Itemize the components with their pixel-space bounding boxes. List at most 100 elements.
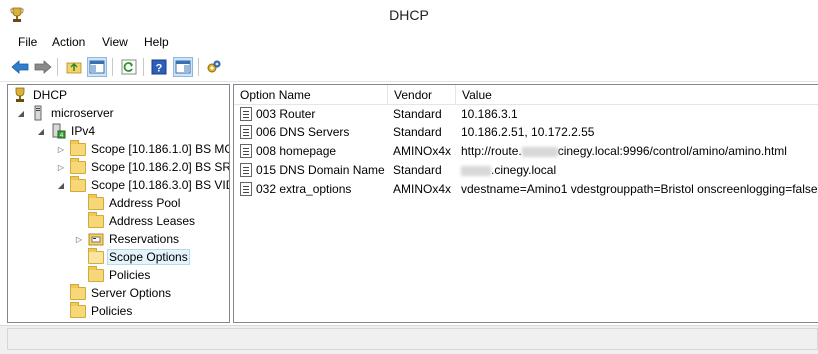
table-row[interactable]: 032 extra_options AMINOx4x vdestname=Ami…	[234, 180, 818, 199]
show-hide-console-tree-icon[interactable]	[87, 57, 107, 77]
option-name: 008 homepage	[256, 144, 337, 158]
tree-item-label: IPv4	[71, 124, 96, 138]
expand-arrow-icon[interactable]: ◢	[16, 108, 26, 118]
tree-item-label: Scope [10.186.1.0] BS MGMT	[91, 142, 229, 156]
console-tree[interactable]: DHCP ◢ microserver ◢ 4 IPv4 ▷ Scope [10.…	[7, 84, 230, 323]
option-value: .cinegy.local	[461, 163, 556, 177]
folder-icon	[70, 158, 86, 175]
option-vendor: Standard	[393, 163, 442, 177]
option-vendor: AMINOx4x	[393, 144, 452, 158]
option-value: vdestname=Amino1 vdestgrouppath=Bristol …	[461, 182, 818, 196]
toolbar-separator	[112, 58, 113, 76]
option-icon	[240, 144, 252, 158]
option-value: http://route. cinegy.local:9996/control/a…	[461, 144, 787, 158]
tree-item-server-options[interactable]: Server Options	[70, 284, 173, 302]
folder-icon	[70, 176, 86, 193]
table-row[interactable]: 015 DNS Domain Name Standard .cinegy.loc…	[234, 161, 818, 180]
folder-icon	[88, 194, 104, 211]
forward-arrow-icon[interactable]	[33, 57, 53, 77]
tree-item-ipv4[interactable]: ◢ 4 IPv4	[36, 122, 97, 140]
tree-item-label: Policies	[91, 304, 133, 318]
menu-file[interactable]: File	[18, 35, 37, 49]
option-name: 003 Router	[256, 107, 316, 121]
tree-item-label: Scope [10.186.3.0] BS VIDEO	[91, 178, 229, 192]
tree-item-label: Server Options	[91, 286, 172, 300]
option-value-prefix: http://route.	[461, 144, 522, 158]
refresh-icon[interactable]	[119, 57, 139, 77]
properties-icon[interactable]	[204, 57, 224, 77]
status-bar	[0, 325, 818, 354]
tree-item-label: Address Leases	[109, 214, 196, 228]
option-name: 015 DNS Domain Name	[256, 163, 385, 177]
option-value: 10.186.2.51, 10.172.2.55	[461, 125, 595, 139]
tree-item-address-leases[interactable]: Address Leases	[88, 212, 197, 230]
tree-item-scope-3[interactable]: ◢ Scope [10.186.3.0] BS VIDEO	[56, 176, 229, 194]
toolbar-separator	[198, 58, 199, 76]
column-header-vendor[interactable]: Vendor	[388, 85, 456, 105]
folder-icon	[88, 212, 104, 229]
tree-item-label: Scope [10.186.2.0] BS SRV	[91, 160, 230, 174]
table-row[interactable]: 006 DNS Servers Standard 10.186.2.51, 10…	[234, 123, 818, 142]
tree-item-label: microserver	[51, 106, 114, 120]
tree-item-microserver[interactable]: ◢ microserver	[16, 104, 116, 122]
option-vendor: Standard	[393, 125, 442, 139]
toolbar: ?	[0, 54, 818, 82]
expand-arrow-icon[interactable]: ◢	[56, 180, 66, 190]
folder-icon	[70, 140, 86, 157]
folder-icon	[88, 266, 104, 283]
tree-item-reservations[interactable]: ▷ Reservations	[74, 230, 181, 248]
menu-help[interactable]: Help	[144, 35, 169, 49]
options-list[interactable]: Option Name Vendor Value 003 Router Stan…	[233, 84, 818, 323]
table-row[interactable]: 008 homepage AMINOx4x http://route. cineg…	[234, 142, 818, 161]
ipv4-icon: 4	[50, 123, 66, 139]
option-value-rest: .cinegy.local	[491, 163, 557, 177]
list-header: Option Name Vendor Value	[234, 85, 818, 105]
expand-arrow-icon[interactable]: ▷	[56, 162, 66, 172]
help-icon[interactable]: ?	[149, 57, 169, 77]
tree-item-scope-options[interactable]: Scope Options	[88, 248, 190, 266]
tree-item-address-pool[interactable]: Address Pool	[88, 194, 182, 212]
svg-text:?: ?	[156, 63, 163, 75]
option-value: 10.186.3.1	[461, 107, 518, 121]
up-folder-icon[interactable]	[64, 57, 84, 77]
column-header-option-name[interactable]: Option Name	[234, 85, 388, 105]
back-arrow-icon[interactable]	[10, 57, 30, 77]
menu-action[interactable]: Action	[52, 35, 85, 49]
reservations-icon	[88, 231, 104, 247]
dhcp-icon	[12, 87, 28, 103]
menu-bar: File Action View Help	[0, 31, 818, 53]
server-icon	[30, 105, 46, 121]
option-icon	[240, 182, 252, 196]
option-vendor: Standard	[393, 107, 442, 121]
status-text	[7, 328, 818, 350]
tree-item-label: Policies	[109, 268, 151, 282]
tree-item-scope-1[interactable]: ▷ Scope [10.186.1.0] BS MGMT	[56, 140, 229, 158]
folder-icon	[70, 284, 86, 301]
expand-arrow-icon[interactable]: ▷	[56, 144, 66, 154]
option-vendor: AMINOx4x	[393, 182, 452, 196]
tree-item-policies[interactable]: Policies	[70, 302, 134, 320]
table-row[interactable]: 003 Router Standard 10.186.3.1	[234, 105, 818, 124]
toolbar-separator	[57, 58, 58, 76]
title-bar: DHCP	[0, 0, 818, 30]
folder-icon	[70, 302, 86, 319]
menu-view[interactable]: View	[102, 35, 128, 49]
toolbar-separator	[143, 58, 144, 76]
tree-item-label: Address Pool	[109, 196, 181, 210]
expand-arrow-icon[interactable]: ◢	[36, 126, 46, 136]
redacted-block	[461, 165, 491, 176]
option-icon	[240, 163, 252, 177]
tree-item-scope-policies[interactable]: Policies	[88, 266, 152, 284]
expand-arrow-icon[interactable]: ▷	[74, 234, 84, 244]
tree-item-dhcp[interactable]: DHCP	[12, 86, 69, 104]
tree-item-label: DHCP	[33, 88, 68, 102]
show-hide-action-pane-icon[interactable]	[173, 57, 193, 77]
tree-item-scope-2[interactable]: ▷ Scope [10.186.2.0] BS SRV	[56, 158, 230, 176]
option-name: 006 DNS Servers	[256, 125, 350, 139]
window-title: DHCP	[389, 7, 429, 23]
folder-open-icon	[88, 248, 104, 265]
option-name: 032 extra_options	[256, 182, 352, 196]
redacted-block	[521, 146, 558, 157]
column-header-value[interactable]: Value	[456, 85, 818, 105]
tree-item-label: Scope Options	[107, 249, 190, 265]
